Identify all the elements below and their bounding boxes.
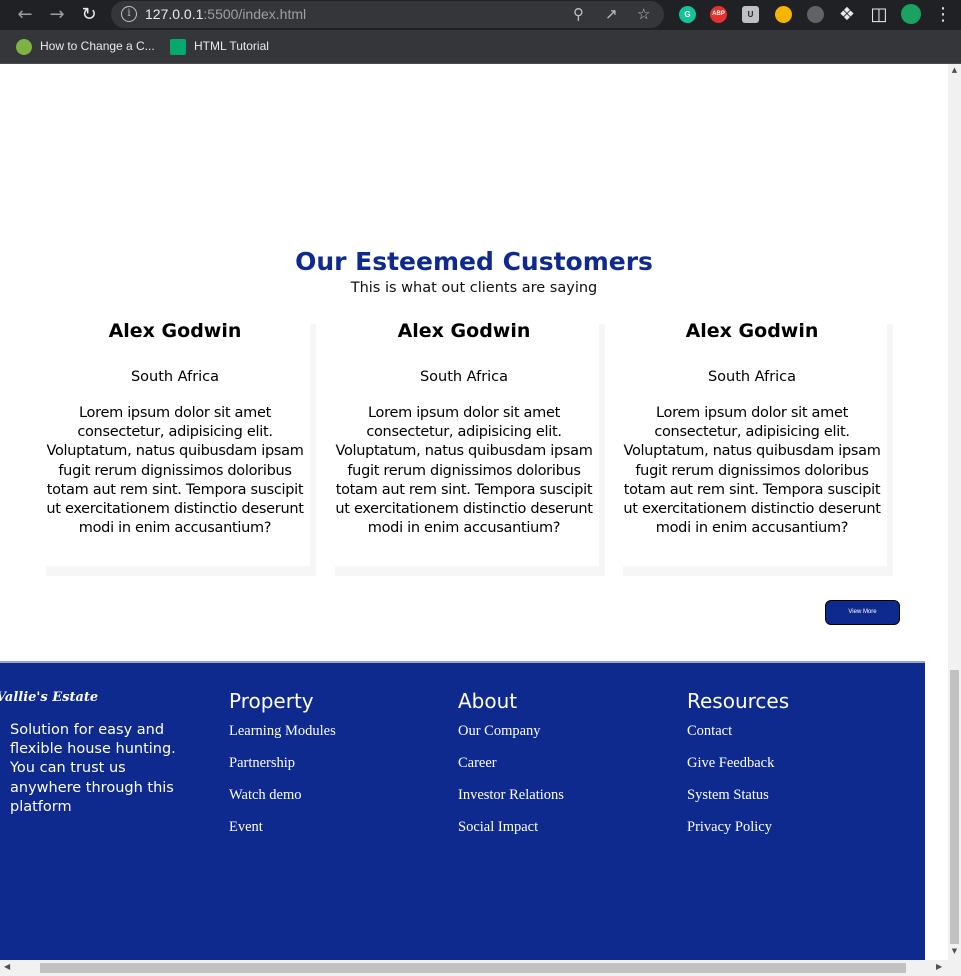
testimonial-card: Alex Godwin South Africa Lorem ipsum dol… (617, 316, 893, 576)
share-icon[interactable]: ↗ (605, 5, 618, 23)
bookmark-favicon-icon (16, 39, 32, 55)
bitwarden-icon[interactable]: U (742, 6, 759, 23)
vertical-scroll-thumb[interactable] (950, 670, 959, 944)
customer-country: South Africa (130, 369, 220, 385)
testimonial-card-body: Alex Godwin South Africa Lorem ipsum dol… (617, 316, 887, 566)
testimonial-card: Alex Godwin South Africa Lorem ipsum dol… (329, 316, 605, 576)
view-more-button[interactable]: View More (825, 600, 900, 625)
testimonial-card-body: Alex Godwin South Africa Lorem ipsum dol… (329, 316, 599, 566)
back-arrow-icon[interactable]: ← (14, 4, 36, 26)
customer-name: Alex Godwin (397, 320, 531, 342)
footer-link[interactable]: Social Impact (458, 817, 564, 849)
forward-arrow-icon[interactable]: → (46, 4, 68, 26)
reload-icon[interactable]: ↻ (78, 4, 100, 26)
footer-link[interactable]: Investor Relations (458, 785, 564, 817)
footer-column-resources: Resources Contact Give Feedback System S… (687, 689, 789, 849)
url-text[interactable]: 127.0.0.1:5500/index.html (145, 6, 306, 22)
scroll-left-arrow-icon[interactable]: ◀ (4, 962, 10, 971)
footer-link[interactable]: Watch demo (229, 785, 336, 817)
testimonial-card: Alex Godwin South Africa Lorem ipsum dol… (40, 316, 316, 576)
horizontal-scroll-thumb[interactable] (40, 963, 906, 973)
analytics-icon[interactable] (807, 6, 824, 23)
vertical-scrollbar[interactable]: ▲ ▼ (948, 64, 961, 960)
url-path: :5500/index.html (203, 6, 307, 22)
footer-link[interactable]: Give Feedback (687, 753, 789, 785)
profile-avatar[interactable] (901, 4, 921, 24)
footer-column-heading: Resources (687, 689, 790, 713)
bookmark-label: How to Change a C... (40, 39, 155, 54)
w3schools-icon (170, 39, 186, 55)
site-info-icon[interactable]: i (121, 6, 137, 22)
footer-column-property: Property Learning Modules Partnership Wa… (229, 689, 336, 849)
bookmarks-bar: How to Change a C... HTML Tutorial (0, 30, 961, 64)
extension-colorful-icon[interactable] (775, 6, 792, 23)
footer-link[interactable]: Event (229, 817, 336, 849)
bookmark-star-icon[interactable]: ☆ (637, 5, 650, 23)
footer-column-heading: About (458, 689, 518, 713)
bookmark-item[interactable]: HTML Tutorial (170, 39, 269, 55)
footer-link[interactable]: Our Company (458, 721, 564, 753)
adblock-icon[interactable]: ABP (710, 6, 727, 23)
url-host: 127.0.0.1 (145, 6, 204, 22)
address-bar[interactable]: i 127.0.0.1:5500/index.html ⚲ ↗ ☆ (111, 1, 664, 28)
footer-link[interactable]: Partnership (229, 753, 336, 785)
horizontal-scrollbar[interactable]: ◀ ▶ (0, 960, 961, 976)
zoom-icon[interactable]: ⚲ (573, 5, 584, 23)
footer-column-heading: Property (229, 689, 314, 713)
scroll-down-arrow-icon[interactable]: ▼ (948, 947, 961, 955)
grammarly-icon[interactable]: G (679, 6, 696, 23)
bookmark-label: HTML Tutorial (194, 39, 269, 54)
customer-country: South Africa (419, 369, 509, 385)
customer-quote: Lorem ipsum dolor sit amet consectetur, … (623, 405, 881, 537)
page-viewport: Our Esteemed Customers This is what out … (0, 64, 948, 960)
footer-link[interactable]: Career (458, 753, 564, 785)
bookmark-item[interactable]: How to Change a C... (16, 39, 155, 55)
site-footer: Vallie's Estate Solution for easy and fl… (0, 661, 925, 960)
footer-link[interactable]: Privacy Policy (687, 817, 789, 849)
scroll-up-arrow-icon[interactable]: ▲ (948, 66, 961, 74)
customer-name: Alex Godwin (108, 320, 242, 342)
scroll-right-arrow-icon[interactable]: ▶ (936, 962, 942, 971)
footer-link[interactable]: System Status (687, 785, 789, 817)
footer-column-about: About Our Company Career Investor Relati… (458, 689, 564, 849)
side-panel-icon[interactable]: ◫ (868, 4, 890, 26)
section-subtitle: This is what out clients are saying (350, 280, 598, 296)
customer-country: South Africa (707, 369, 797, 385)
menu-kebab-icon[interactable]: ⋮ (932, 4, 954, 26)
footer-link[interactable]: Contact (687, 721, 789, 753)
customer-quote: Lorem ipsum dolor sit amet consectetur, … (335, 405, 593, 537)
footer-brand-logo[interactable]: Vallie's Estate (0, 690, 98, 705)
section-title: Our Esteemed Customers (295, 247, 653, 276)
extensions-puzzle-icon[interactable]: ❖ (836, 4, 858, 26)
footer-link[interactable]: Learning Modules (229, 721, 336, 753)
customer-name: Alex Godwin (685, 320, 819, 342)
testimonial-card-body: Alex Godwin South Africa Lorem ipsum dol… (40, 316, 310, 566)
customer-quote: Lorem ipsum dolor sit amet consectetur, … (46, 405, 304, 537)
browser-toolbar: ← → ↻ i 127.0.0.1:5500/index.html ⚲ ↗ ☆ … (0, 0, 961, 30)
footer-tagline: Solution for easy and flexible house hun… (10, 722, 176, 815)
